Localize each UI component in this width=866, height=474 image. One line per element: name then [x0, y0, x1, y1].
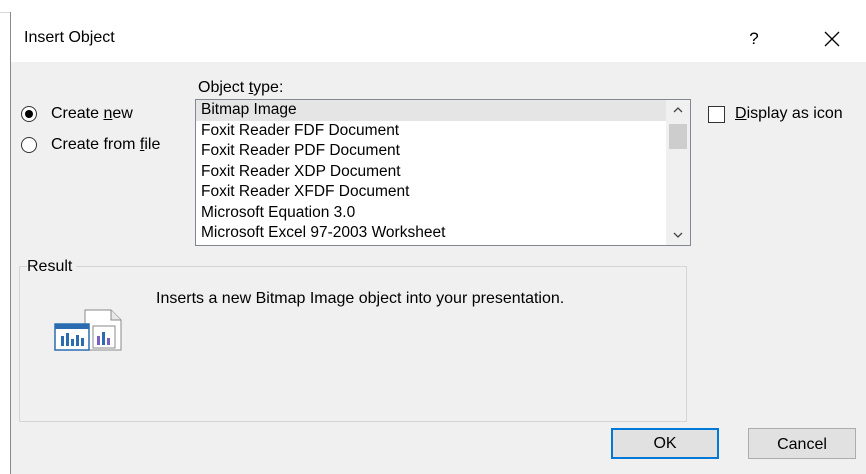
chevron-down-icon	[673, 232, 683, 238]
list-item[interactable]: Foxit Reader PDF Document	[196, 141, 666, 162]
scroll-thumb[interactable]	[669, 124, 687, 149]
result-description: Inserts a new Bitmap Image object into y…	[156, 290, 565, 307]
object-type-list[interactable]: Bitmap Image Foxit Reader FDF Document Fox…	[195, 99, 691, 246]
create-from-file-label-suffix: ile	[144, 136, 161, 153]
list-item[interactable]: Foxit Reader XFDF Document	[196, 182, 666, 203]
create-new-option[interactable]: Create new	[21, 105, 133, 123]
create-new-label: Create new	[51, 105, 133, 123]
create-from-file-radio[interactable]	[21, 137, 37, 153]
create-new-radio[interactable]	[21, 106, 37, 122]
display-as-icon-label-suffix: isplay as icon	[746, 105, 843, 122]
scroll-down-button[interactable]	[666, 225, 690, 245]
display-as-icon-label: Display as icon	[735, 105, 843, 123]
list-scrollbar[interactable]	[666, 100, 690, 245]
list-item[interactable]: Bitmap Image	[196, 100, 666, 121]
list-item[interactable]: Foxit Reader FDF Document	[196, 121, 666, 142]
object-type-label: Object type:	[198, 79, 283, 97]
list-item[interactable]: Foxit Reader XDP Document	[196, 162, 666, 183]
scroll-up-button[interactable]	[666, 100, 690, 120]
object-type-items: Bitmap Image Foxit Reader FDF Document Fox…	[196, 100, 666, 244]
create-from-file-option[interactable]: Create from file	[21, 136, 160, 154]
object-type-label-prefix: Object	[198, 79, 249, 96]
display-as-icon-option[interactable]: Display as icon	[708, 105, 843, 123]
help-button[interactable]: ?	[731, 20, 777, 58]
close-button[interactable]	[807, 20, 857, 58]
ok-button[interactable]: OK	[611, 428, 719, 459]
list-item[interactable]: Microsoft Equation 3.0	[196, 203, 666, 224]
bitmap-object-icon	[53, 306, 125, 359]
create-new-label-suffix: ew	[112, 105, 133, 122]
display-as-icon-label-accel: D	[735, 105, 747, 122]
close-icon	[824, 31, 840, 47]
cancel-button[interactable]: Cancel	[748, 428, 856, 459]
list-item[interactable]: Microsoft Excel 97-2003 Worksheet	[196, 223, 666, 244]
create-new-label-prefix: Create	[51, 105, 104, 122]
dialog-title: Insert Object	[24, 29, 115, 46]
title-bar: Insert Object ?	[11, 12, 866, 62]
result-label: Result	[27, 258, 77, 276]
chevron-up-icon	[673, 107, 683, 113]
object-type-label-suffix: ype:	[253, 79, 284, 96]
create-from-file-label: Create from file	[51, 136, 160, 154]
display-as-icon-checkbox[interactable]	[708, 105, 725, 123]
create-from-file-label-prefix: Create from	[51, 136, 140, 153]
insert-object-dialog: Insert Object ? Create new Create from f…	[10, 12, 866, 474]
